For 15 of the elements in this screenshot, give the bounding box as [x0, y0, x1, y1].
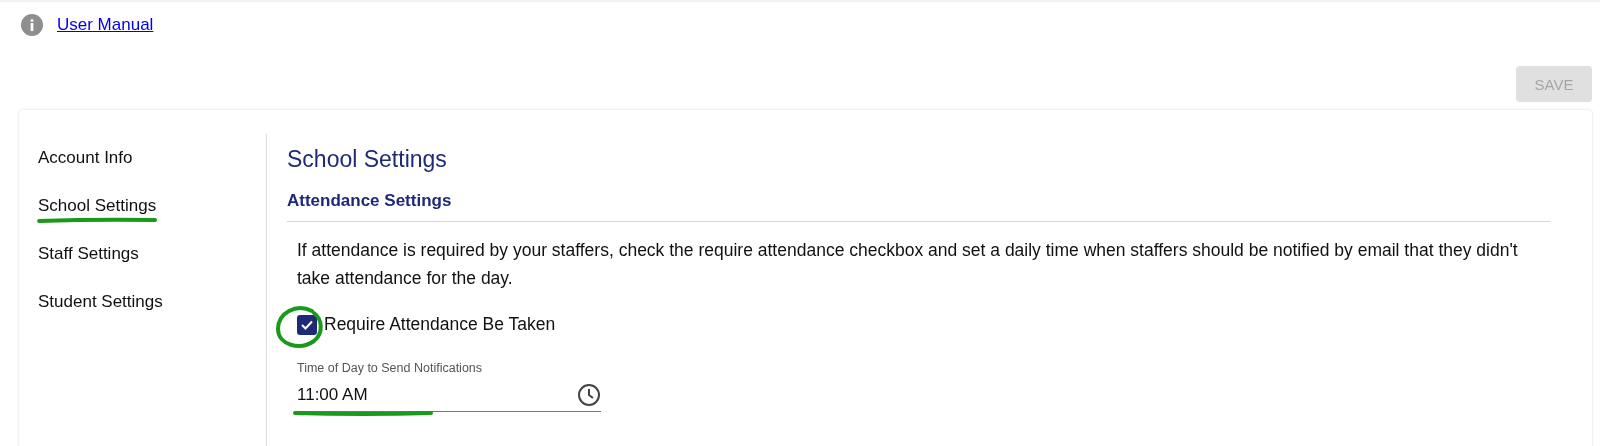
sidebar-item[interactable]: Account Info [38, 148, 133, 175]
sidebar-item[interactable]: Staff Settings [38, 244, 139, 271]
user-manual-link[interactable]: User Manual [57, 15, 154, 35]
sidebar-item[interactable]: School Settings [38, 196, 157, 223]
page-title: School Settings [287, 146, 448, 173]
checkbox-label: Require Attendance Be Taken [324, 314, 556, 335]
clock-icon[interactable] [577, 383, 601, 407]
time-value: 11:00 AM [297, 385, 368, 405]
field-label: Time of Day to Send Notifications [297, 361, 484, 375]
info-icon [21, 14, 43, 36]
time-field[interactable]: Time of Day to Send Notifications 11:00 AM [297, 361, 601, 412]
sidebar-item[interactable]: Student Settings [38, 292, 163, 319]
require-attendance-checkbox[interactable] [297, 314, 317, 335]
description-text: If attendance is required by your staffers, check the require attendance checkbox and set a daily time when staffers should be notified by email that they didn't take attendance for the day. [297, 239, 1519, 290]
section-title: Attendance Settings [287, 191, 1550, 222]
